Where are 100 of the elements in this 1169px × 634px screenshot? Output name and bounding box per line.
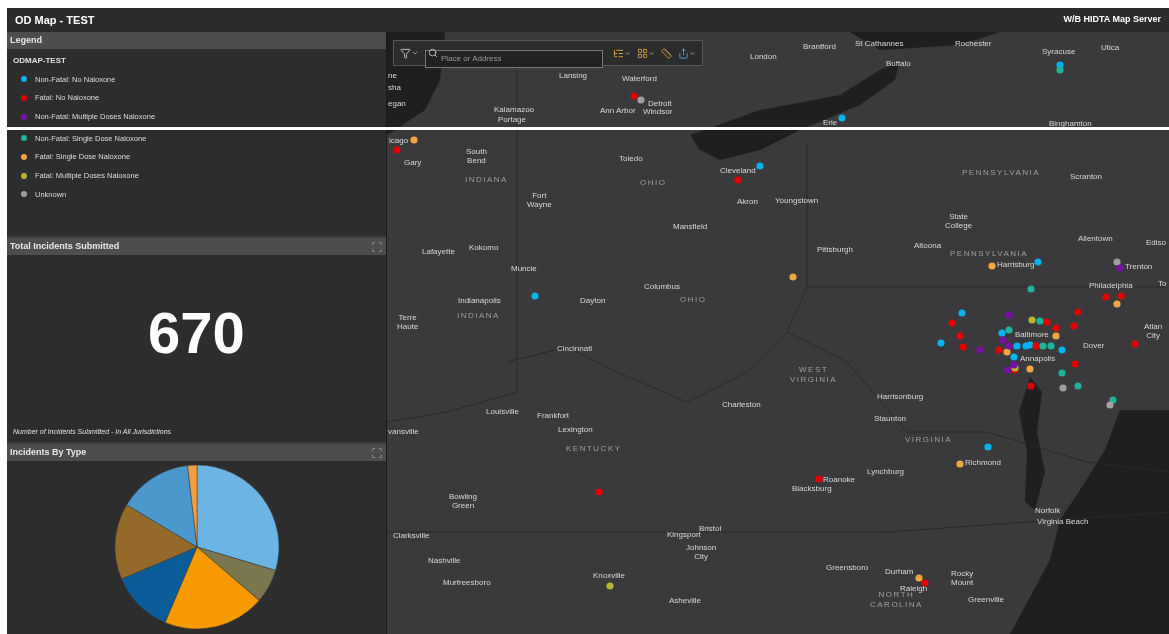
city-label: Baltimore [1015,329,1049,339]
state-label: KENTUCKY [566,444,622,454]
city-label: Lynchburg [867,466,905,476]
city-label: Rocky Mount [951,569,974,587]
server-name: W/B HIDTA Map Server [1063,13,1161,27]
caret-icon [624,49,631,57]
share-button[interactable] [678,47,696,59]
city-label: Nashville [428,555,461,565]
city-label: South Bend [466,147,487,165]
city-label: Portage [498,114,527,124]
city-label: Waterford [622,73,657,83]
state-label: PENNSYLVANIA [962,168,1041,178]
city-label: Erie [823,117,838,127]
state-label: VIRGINIA [905,435,953,445]
city-label: Knoxville [593,570,625,580]
city-label: icago [389,135,409,145]
city-label: London [750,51,777,61]
city-label: Lansing [559,70,588,80]
city-label: Johnson City [686,543,717,561]
search-field[interactable]: Place or Address [425,49,603,68]
city-label: Dayton [580,295,606,305]
city-label: Buffalo [886,58,911,68]
grid-icon [637,47,648,59]
city-label: Youngstown [775,195,819,205]
city-label: Richmond [965,457,1001,467]
incident-total: 670 [148,303,245,362]
city-label: Trenton [1125,261,1153,271]
state-label: INDIANA [457,311,500,321]
city-label: ne [388,70,397,80]
ruler-icon [661,47,672,59]
city-label: Pittsburgh [817,244,854,254]
state-label: PENNSYLVANIA [950,249,1029,259]
city-label: Toledo [619,153,643,163]
city-label: Ann Arbor [600,105,636,115]
city-label: sha [388,82,401,92]
city-label: Louisville [486,406,519,416]
city-label: Mansfield [673,221,708,231]
layers-icon [613,47,624,59]
city-label: Detroit [648,98,672,108]
city-label: Binghamton [1049,118,1092,128]
city-label: Bristol [699,523,722,533]
city-label: Clarksville [393,530,430,540]
city-label: egan [388,98,406,108]
panel-title: Total Incidents Submitted [10,239,120,253]
city-label: Annapolis [1020,353,1056,363]
city-label: Roanoke [823,474,856,484]
city-label: Ediso [1146,237,1166,247]
city-label: Syracuse [1042,46,1076,56]
caret-icon [411,49,419,57]
city-label: Rochester [955,38,992,48]
city-label: Lexington [558,424,593,434]
city-label: Virginia Beach [1037,516,1089,526]
city-label: Cincinnati [557,343,593,353]
city-label: Kalamazoo [494,104,535,114]
city-label: Altoona [914,240,942,250]
city-label: Harrisonburg [877,391,924,401]
filter-dropdown[interactable] [400,47,419,59]
city-label: Columbus [644,281,680,291]
city-label: St Cathannes [855,38,904,48]
city-label: Dover [1083,340,1105,350]
state-label: WEST VIRGINIA [790,365,838,385]
expand-icon[interactable] [371,240,383,253]
city-label: Lafayette [422,246,455,256]
basemap-button[interactable] [637,47,655,59]
caret-icon [648,49,655,57]
city-label: Philadelphia [1089,280,1133,290]
city-label: Asheville [669,595,701,605]
city-label: Norfolk [1035,505,1061,515]
measure-button[interactable] [661,47,672,59]
city-label: Charleston [722,399,761,409]
filter-icon [400,47,411,59]
state-label: OHIO [640,178,667,188]
city-label: Muncie [511,263,537,273]
city-label: Greensboro [826,562,869,572]
city-label: Harrisburg [997,259,1035,269]
city-label: Frankfort [537,410,569,420]
city-label: Staunton [874,413,907,423]
layer-list-button[interactable] [613,47,631,59]
app-title: OD Map - TEST [15,12,95,28]
panel-title: Incidents By Type [10,445,87,459]
city-label: Allentown [1078,233,1113,243]
map-view[interactable] [387,32,1169,634]
city-label: Bowling Green [449,492,477,510]
state-label: OHIO [680,295,707,305]
city-label: Indianapolis [458,295,501,305]
city-label: Atlan City [1144,322,1163,340]
city-label: Murfreesboro [443,577,491,587]
city-label: Blacksburg [792,483,832,493]
city-label: To [1158,278,1167,288]
city-label: Gary [404,157,422,167]
city-label: Akron [737,196,758,206]
city-label: Brantford [803,41,836,51]
share-icon [678,47,689,59]
city-label: vansville [388,426,419,436]
city-label: Cleveland [720,165,756,175]
city-label: Scranton [1070,171,1103,181]
city-label: Kokomo [469,242,499,252]
expand-icon[interactable] [371,446,383,459]
panel-title: Legend [10,33,42,47]
city-label: Greenville [968,594,1004,604]
